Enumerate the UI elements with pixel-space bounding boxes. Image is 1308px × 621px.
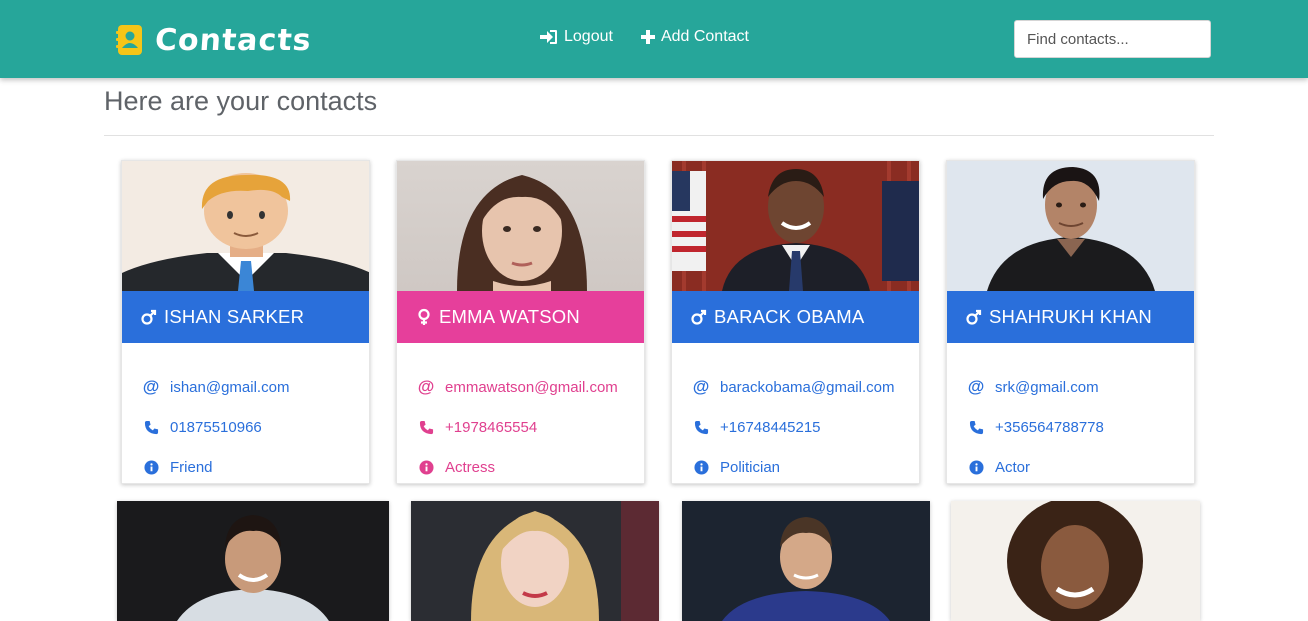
female-icon (415, 308, 433, 326)
contact-photo (122, 161, 369, 291)
male-icon (690, 308, 708, 326)
contact-note: Politician (720, 458, 781, 476)
contact-name: EMMA WATSON (439, 306, 580, 327)
contact-card[interactable]: SHAHRUKH KHAN @ srk@gmail.com +356564788… (946, 160, 1195, 484)
contact-email[interactable]: emmawatson@gmail.com (445, 379, 618, 396)
info-icon (417, 459, 435, 475)
contact-photo (951, 501, 1200, 621)
at-icon: @ (417, 377, 435, 396)
phone-row: +16748445215 (692, 407, 909, 447)
phone-icon (142, 420, 160, 435)
divider (104, 135, 1214, 136)
email-row: @ emmawatson@gmail.com (417, 367, 634, 407)
page-title: Here are your contacts (104, 86, 378, 116)
phone-row: +1978465554 (417, 407, 634, 447)
email-row: @ srk@gmail.com (967, 367, 1184, 407)
phone-icon (692, 420, 710, 435)
contact-phone[interactable]: +356564788778 (995, 419, 1104, 436)
note-row: Actress (417, 447, 634, 487)
contact-email[interactable]: ishan@gmail.com (170, 379, 289, 396)
email-row: @ barackobama@gmail.com (692, 367, 909, 407)
contact-photo (397, 161, 644, 291)
logout-label: Logout (564, 28, 613, 45)
plus-icon (640, 30, 655, 44)
contact-header: EMMA WATSON (397, 291, 644, 343)
phone-icon (417, 420, 435, 435)
contact-name: SHAHRUKH KHAN (989, 306, 1152, 327)
contact-card[interactable] (682, 501, 930, 621)
contact-photo (411, 501, 659, 621)
contact-card[interactable]: EMMA WATSON @ emmawatson@gmail.com +1978… (396, 160, 645, 484)
contact-photo (947, 161, 1194, 291)
email-row: @ ishan@gmail.com (142, 367, 359, 407)
contact-card[interactable] (117, 501, 389, 621)
address-book-icon (116, 24, 144, 56)
contact-card[interactable] (951, 501, 1200, 621)
phone-row: +356564788778 (967, 407, 1184, 447)
contact-note: Friend (170, 458, 213, 476)
note-row: Actor (967, 447, 1184, 487)
at-icon: @ (692, 377, 710, 396)
contact-email[interactable]: barackobama@gmail.com (720, 379, 894, 396)
info-icon (692, 459, 710, 475)
search-input[interactable] (1014, 20, 1211, 58)
contact-details: @ ishan@gmail.com 01875510966 Friend (142, 367, 359, 487)
info-icon (967, 459, 985, 475)
contact-note: Actress (445, 458, 496, 476)
sign-in-icon (540, 29, 558, 45)
contact-photo (672, 161, 919, 291)
contact-note: Actor (995, 458, 1031, 476)
contact-photo (682, 501, 930, 621)
contact-phone[interactable]: +16748445215 (720, 419, 821, 436)
contact-card[interactable]: ISHAN SARKER @ ishan@gmail.com 018755109… (121, 160, 370, 484)
contact-details: @ emmawatson@gmail.com +1978465554 Actre… (417, 367, 634, 487)
contact-card[interactable]: BARACK OBAMA @ barackobama@gmail.com +16… (671, 160, 920, 484)
contact-header: SHAHRUKH KHAN (947, 291, 1194, 343)
contact-phone[interactable]: 01875510966 (170, 419, 262, 436)
contact-card[interactable] (411, 501, 659, 621)
info-icon (142, 459, 160, 475)
contact-header: ISHAN SARKER (122, 291, 369, 343)
male-icon (965, 308, 983, 326)
navbar: Contacts Logout Add Contact (0, 0, 1308, 78)
contact-email[interactable]: srk@gmail.com (995, 379, 1099, 396)
contact-details: @ barackobama@gmail.com +16748445215 Pol… (692, 367, 909, 487)
contact-details: @ srk@gmail.com +356564788778 Actor (967, 367, 1184, 487)
brand[interactable]: Contacts (116, 22, 313, 58)
at-icon: @ (142, 377, 160, 396)
note-row: Friend (142, 447, 359, 487)
male-icon (140, 308, 158, 326)
add-contact-label: Add Contact (660, 28, 749, 45)
contact-header: BARACK OBAMA (672, 291, 919, 343)
at-icon: @ (967, 377, 985, 396)
brand-name: Contacts (153, 22, 313, 58)
logout-link[interactable]: Logout (540, 28, 613, 46)
contact-photo (117, 501, 389, 621)
phone-row: 01875510966 (142, 407, 359, 447)
nav-links: Logout Add Contact (540, 28, 749, 46)
add-contact-link[interactable]: Add Contact (640, 28, 749, 46)
note-row: Politician (692, 447, 909, 487)
contact-name: ISHAN SARKER (164, 306, 305, 327)
contact-name: BARACK OBAMA (714, 306, 865, 327)
contact-phone[interactable]: +1978465554 (445, 419, 537, 436)
phone-icon (967, 420, 985, 435)
